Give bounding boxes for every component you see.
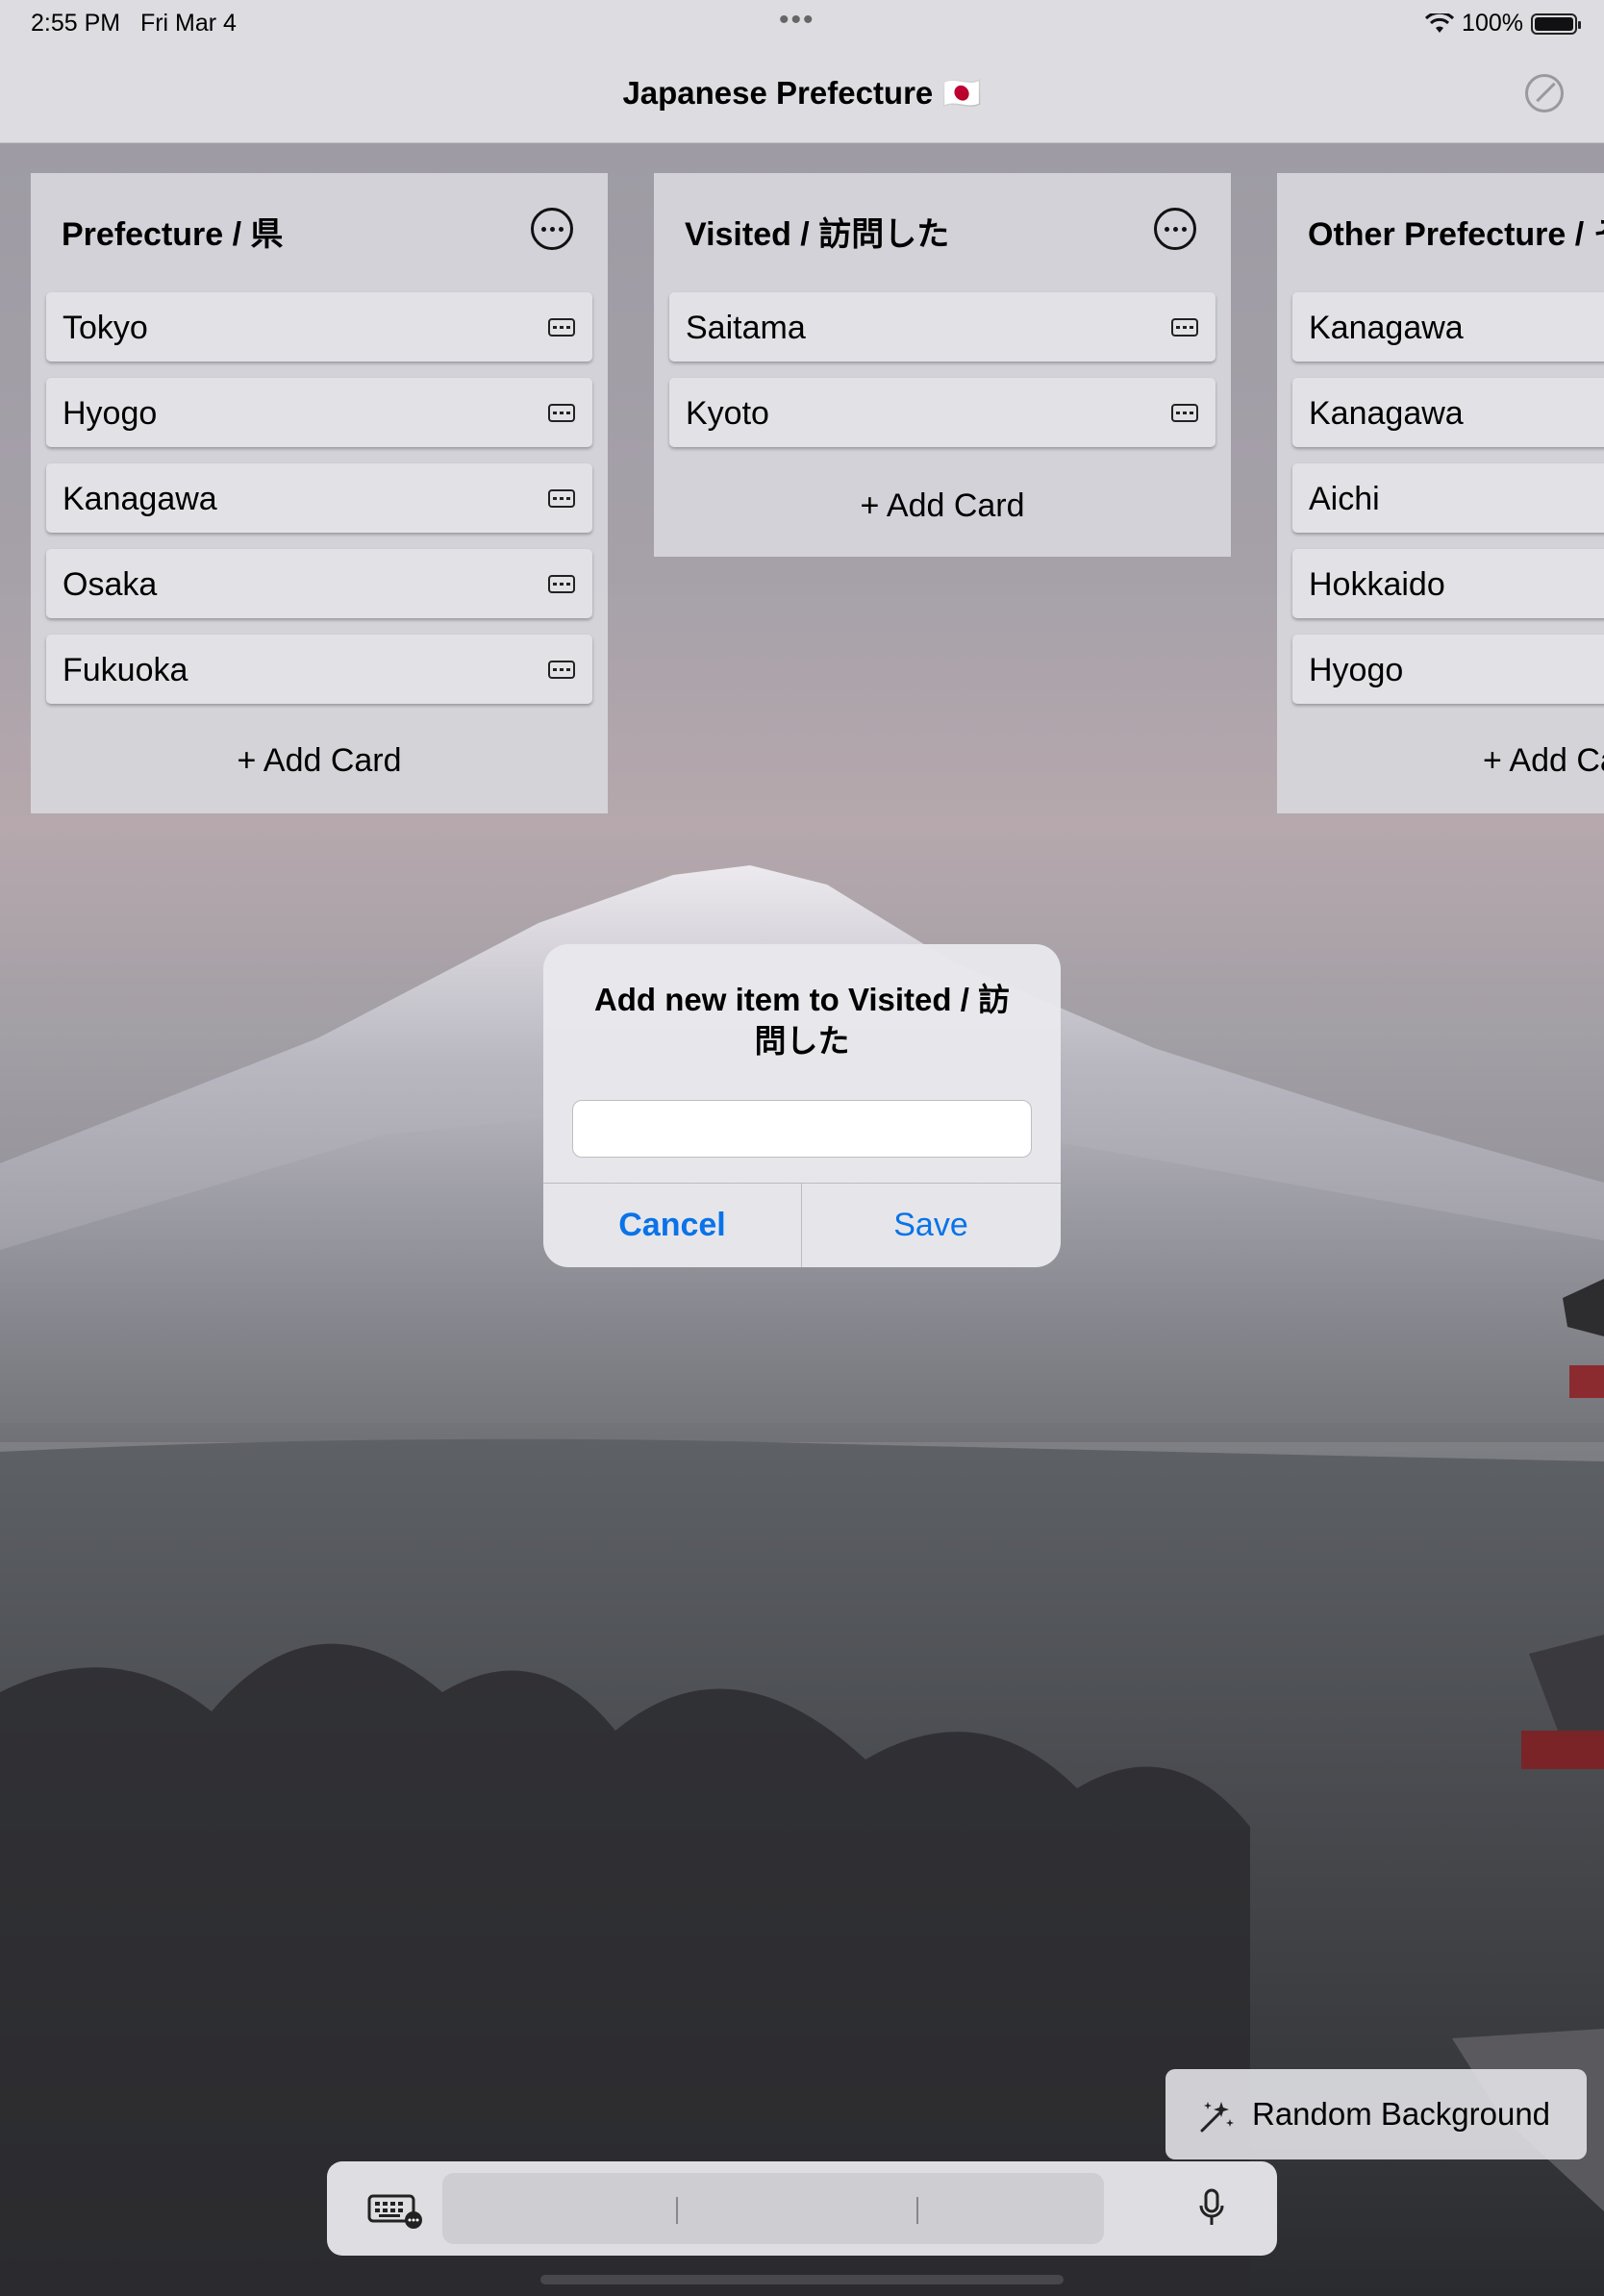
card[interactable]: Kyoto xyxy=(669,378,1216,447)
column-title: Visited / 訪問した xyxy=(685,216,950,253)
card-label: Hyogo xyxy=(1309,652,1404,688)
status-date: Fri Mar 4 xyxy=(139,10,237,37)
wifi-icon xyxy=(1425,12,1455,33)
column-title: Prefecture / 県 xyxy=(62,216,284,253)
card-label: Kanagawa xyxy=(63,481,217,517)
card-detail-icon[interactable] xyxy=(548,661,575,679)
divider xyxy=(676,2197,678,2224)
random-background-label: Random Background xyxy=(1252,2096,1551,2132)
keyboard-shortcut-bar xyxy=(327,2161,1277,2256)
cancel-button[interactable]: Cancel xyxy=(543,1184,801,1267)
card[interactable]: Tokyo xyxy=(46,292,592,362)
predictive-text-area[interactable] xyxy=(442,2173,1104,2244)
home-indicator[interactable] xyxy=(540,2275,1064,2284)
column-visited: Visited / 訪問した Saitama Kyoto + Add Card xyxy=(654,173,1231,557)
column-title: Other Prefecture / そ xyxy=(1308,216,1604,253)
status-bar: 2:55 PM Fri Mar 4 ••• 100% xyxy=(0,0,1604,46)
status-time-date: 2:55 PM Fri Mar 4 xyxy=(31,10,237,37)
card-label: Osaka xyxy=(63,566,158,603)
alert-title: Add new item to Visited / 訪問した xyxy=(593,982,1011,1059)
card[interactable]: Kanagawa xyxy=(1292,292,1604,362)
card[interactable]: Hokkaido xyxy=(1292,549,1604,618)
card-label: Tokyo xyxy=(63,310,148,346)
microphone-icon[interactable] xyxy=(1198,2188,1225,2229)
status-time: 2:55 PM xyxy=(31,10,121,37)
card-label: Kyoto xyxy=(686,395,769,432)
new-item-input[interactable] xyxy=(572,1100,1032,1158)
card-label: Fukuoka xyxy=(63,652,188,688)
card[interactable]: Aichi xyxy=(1292,463,1604,533)
card-detail-icon[interactable] xyxy=(548,489,575,508)
random-background-button[interactable]: Random Background xyxy=(1165,2069,1587,2159)
add-item-alert: Add new item to Visited / 訪問した Cancel Sa… xyxy=(543,944,1061,1267)
card[interactable]: Osaka xyxy=(46,549,592,618)
card-label: Saitama xyxy=(686,310,806,346)
card[interactable]: Saitama xyxy=(669,292,1216,362)
magic-wand-icon xyxy=(1200,2102,1234,2133)
battery-icon xyxy=(1531,12,1581,35)
card[interactable]: Kanagawa xyxy=(46,463,592,533)
add-card-button[interactable]: + Add Ca xyxy=(1483,742,1604,780)
compass-icon[interactable] xyxy=(1525,74,1564,112)
card-label: Kanagawa xyxy=(1309,310,1464,346)
card[interactable]: Hyogo xyxy=(46,378,592,447)
board-title: Japanese Prefecture 🇯🇵 xyxy=(622,75,982,111)
column-prefecture: Prefecture / 県 Tokyo Hyogo Kanagawa Osak… xyxy=(31,173,608,813)
add-card-button[interactable]: + Add Card xyxy=(654,487,1231,525)
card-label: Hokkaido xyxy=(1309,566,1445,603)
keyboard-icon[interactable] xyxy=(367,2194,423,2229)
card[interactable]: Hyogo xyxy=(1292,635,1604,704)
card-label: Hyogo xyxy=(63,395,158,432)
card[interactable]: Fukuoka xyxy=(46,635,592,704)
card-label: Aichi xyxy=(1309,481,1380,517)
multitasking-dots-icon[interactable]: ••• xyxy=(779,4,815,37)
card-detail-icon[interactable] xyxy=(548,575,575,593)
card-label: Kanagawa xyxy=(1309,395,1464,432)
divider xyxy=(916,2197,918,2224)
card-detail-icon[interactable] xyxy=(1171,404,1198,422)
add-card-button[interactable]: + Add Card xyxy=(31,742,608,780)
save-button[interactable]: Save xyxy=(802,1184,1060,1267)
card-detail-icon[interactable] xyxy=(548,318,575,337)
column-other-prefecture: Other Prefecture / そ Kanagawa Kanagawa A… xyxy=(1277,173,1604,813)
more-options-icon[interactable] xyxy=(1154,208,1196,250)
more-options-icon[interactable] xyxy=(531,208,573,250)
card-detail-icon[interactable] xyxy=(548,404,575,422)
battery-percent: 100% xyxy=(1462,10,1523,37)
card-detail-icon[interactable] xyxy=(1171,318,1198,337)
card[interactable]: Kanagawa xyxy=(1292,378,1604,447)
